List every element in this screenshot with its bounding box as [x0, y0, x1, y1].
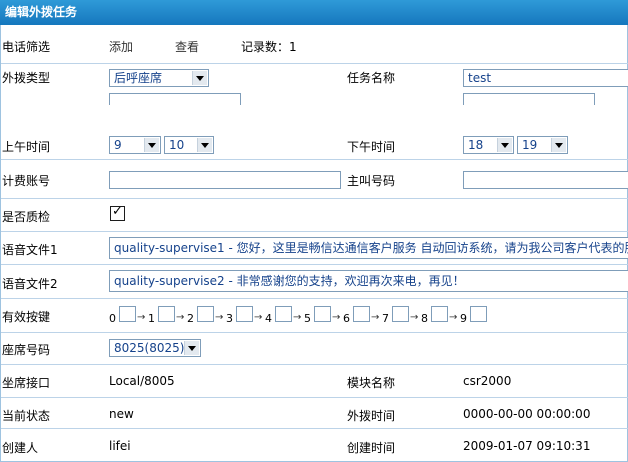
- arrow-right-icon: →: [293, 312, 302, 323]
- voice-file-1-label: 语音文件1: [2, 243, 58, 257]
- key-4-checkbox[interactable]: [275, 306, 292, 322]
- create-time-value: 2009-01-07 09:10:31: [463, 439, 591, 453]
- billing-account-input[interactable]: [109, 171, 341, 189]
- record-count: 记录数：1: [241, 40, 297, 54]
- quality-check-checkbox[interactable]: [110, 204, 125, 221]
- caller-number-input[interactable]: [463, 171, 628, 189]
- key-9-checkbox[interactable]: [470, 306, 487, 322]
- billing-account-label: 计费账号: [2, 174, 51, 188]
- key-number: 4: [265, 312, 272, 325]
- chevron-down-icon: [197, 138, 212, 152]
- seat-interface-value: Local/8005: [109, 374, 175, 388]
- arrow-right-icon: →: [332, 312, 341, 323]
- chevron-down-icon: [192, 71, 207, 85]
- chevron-down-icon: [497, 138, 512, 152]
- key-6-checkbox[interactable]: [353, 306, 370, 322]
- arrow-right-icon: →: [254, 312, 263, 323]
- afternoon-start-select[interactable]: 18: [463, 136, 514, 154]
- morning-end-value: 10: [169, 138, 185, 152]
- key-1-checkbox[interactable]: [158, 306, 175, 322]
- row-outbound-type: 外拨类型 后呼座席 任务名称 test: [1, 64, 628, 105]
- task-name-label: 任务名称: [347, 71, 396, 85]
- morning-time-label: 上午时间: [2, 140, 51, 154]
- row-status: 当前状态 new 外拨时间 0000-00-00 00:00:00: [1, 398, 628, 429]
- row-time: 上午时间 9 10 下午时间 18 19: [1, 105, 628, 160]
- key-number: 7: [382, 312, 389, 325]
- arrow-right-icon: →: [137, 312, 146, 323]
- morning-start-value: 9: [114, 138, 122, 152]
- key-0-checkbox[interactable]: [119, 306, 136, 322]
- arrow-right-icon: →: [215, 312, 224, 323]
- key-number: 8: [421, 312, 428, 325]
- seat-number-label: 座席号码: [2, 343, 51, 357]
- outbound-type-select[interactable]: 后呼座席: [109, 69, 209, 87]
- seat-number-select[interactable]: 8025(8025): [109, 339, 201, 357]
- key-number: 1: [148, 312, 155, 325]
- row-billing: 计费账号 主叫号码: [1, 160, 628, 199]
- row-seat-number: 座席号码 8025(8025): [1, 333, 628, 365]
- seat-number-value: 8025(8025): [114, 341, 185, 355]
- key-2-checkbox[interactable]: [197, 306, 214, 322]
- outbound-time-label: 外拨时间: [347, 409, 396, 423]
- hidden-date-input-1: [109, 93, 241, 105]
- outbound-time-value: 0000-00-00 00:00:00: [463, 407, 591, 421]
- row-quality-check: 是否质检: [1, 199, 628, 232]
- row-voice-file-2: 语音文件2 quality-supervise2 - 非常感谢您的支持，欢迎再次…: [1, 265, 628, 299]
- row-voice-file-1: 语音文件1 quality-supervise1 - 您好，这里是畅信达通信客户…: [1, 232, 628, 265]
- creator-value: lifei: [109, 439, 131, 453]
- key-8-checkbox[interactable]: [431, 306, 448, 322]
- form-panel: 电话筛选 添加 查看 记录数：1 外拨类型 后呼座席 任务名称 test 上午时…: [0, 25, 628, 462]
- page-title: 编辑外拨任务: [0, 0, 628, 25]
- voice-file-2-select[interactable]: quality-supervise2 - 非常感谢您的支持，欢迎再次来电，再见！: [109, 270, 628, 292]
- add-link[interactable]: 添加: [109, 38, 133, 55]
- arrow-right-icon: →: [371, 312, 380, 323]
- chevron-down-icon: [551, 138, 566, 152]
- outbound-type-value: 后呼座席: [114, 71, 163, 85]
- row-phone-filter: 电话筛选 添加 查看 记录数：1: [1, 25, 628, 64]
- quality-check-label: 是否质检: [2, 210, 51, 224]
- valid-keys-label: 有效按键: [2, 310, 51, 324]
- arrow-right-icon: →: [449, 312, 458, 323]
- row-creator: 创建人 lifei 创建时间 2009-01-07 09:10:31: [1, 429, 628, 462]
- view-link[interactable]: 查看: [175, 38, 199, 55]
- morning-end-select[interactable]: 10: [164, 136, 214, 154]
- key-number: 6: [343, 312, 350, 325]
- morning-start-select[interactable]: 9: [109, 136, 161, 154]
- afternoon-time-label: 下午时间: [347, 140, 396, 154]
- key-3-checkbox[interactable]: [236, 306, 253, 322]
- key-number: 2: [187, 312, 194, 325]
- key-number: 3: [226, 312, 233, 325]
- key-number: 9: [460, 312, 467, 325]
- key-number: 5: [304, 312, 311, 325]
- afternoon-end-value: 19: [522, 138, 538, 152]
- key-7-checkbox[interactable]: [392, 306, 409, 322]
- hidden-date-input-2: [463, 93, 595, 105]
- arrow-right-icon: →: [176, 312, 185, 323]
- caller-number-label: 主叫号码: [347, 174, 396, 188]
- afternoon-end-select[interactable]: 19: [517, 136, 568, 154]
- chevron-down-icon: [184, 341, 199, 355]
- voice-file-1-select[interactable]: quality-supervise1 - 您好，这里是畅信达通信客户服务 自动回…: [109, 237, 628, 259]
- module-name-value: csr2000: [463, 374, 512, 388]
- row-valid-keys: 有效按键 0 → 1 → 2 → 3 → 4 → 5 → 6 → 7 → 8 → 9: [1, 299, 628, 333]
- arrow-right-icon: →: [410, 312, 419, 323]
- voice-file-2-label: 语音文件2: [2, 277, 58, 291]
- current-status-label: 当前状态: [2, 409, 51, 423]
- key-5-checkbox[interactable]: [314, 306, 331, 322]
- module-name-label: 模块名称: [347, 376, 396, 390]
- creator-label: 创建人: [2, 441, 39, 455]
- seat-interface-label: 坐席接口: [2, 376, 51, 390]
- phone-filter-label: 电话筛选: [2, 40, 51, 54]
- task-name-input[interactable]: test: [463, 69, 628, 87]
- key-number: 0: [109, 312, 116, 325]
- outbound-type-label: 外拨类型: [2, 71, 51, 85]
- current-status-value: new: [109, 407, 134, 421]
- chevron-down-icon: [144, 138, 159, 152]
- afternoon-start-value: 18: [468, 138, 484, 152]
- row-seat-interface: 坐席接口 Local/8005 模块名称 csr2000: [1, 365, 628, 398]
- create-time-label: 创建时间: [347, 441, 396, 455]
